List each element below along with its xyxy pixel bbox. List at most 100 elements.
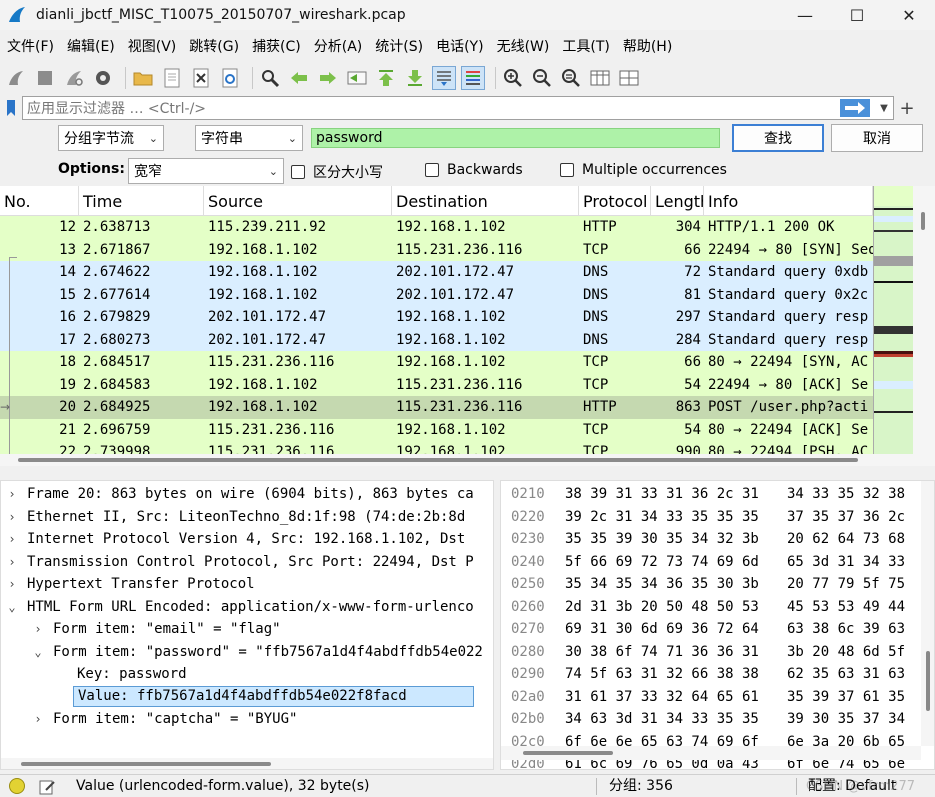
column-layout-icon[interactable]	[617, 66, 641, 90]
menu-edit[interactable]: 编辑(E)	[64, 36, 125, 56]
table-row[interactable]: 17 2.680273 202.101.172.47 192.168.1.102 DNS…	[0, 328, 873, 351]
auto-scroll-icon[interactable]	[432, 66, 456, 90]
column-header-no[interactable]: No.	[0, 186, 79, 216]
collapsed-arrow-icon[interactable]: ›	[5, 506, 19, 529]
resize-columns-icon[interactable]	[588, 66, 612, 90]
tree-item[interactable]: Value: ffb7567a1d4f4abdffdb54e022f8facd	[1, 685, 493, 709]
table-row[interactable]: 20 2.684925 192.168.1.102 115.231.236.116 HT…	[0, 396, 873, 419]
hex-row[interactable]: 0270 69 31 30 6d 69 36 72 64 63 38 6c 39 6…	[501, 618, 921, 641]
table-row[interactable]: 12 2.638713 115.239.211.92 192.168.1.102 HTT…	[0, 216, 873, 239]
table-row[interactable]: 19 2.684583 192.168.1.102 115.231.236.116 TC…	[0, 373, 873, 396]
zoom-out-icon[interactable]	[530, 66, 554, 90]
filter-bookmark-icon[interactable]	[3, 97, 19, 119]
menu-capture[interactable]: 捕获(C)	[249, 36, 311, 56]
hex-row[interactable]: 0260 2d 31 3b 20 50 48 50 53 45 53 53 49 4…	[501, 596, 921, 619]
menu-file[interactable]: 文件(F)	[4, 36, 64, 56]
go-first-packet-icon[interactable]	[374, 66, 398, 90]
hex-row[interactable]: 0210 38 39 31 33 31 36 2c 31 34 33 35 32 3…	[501, 483, 921, 506]
zoom-in-icon[interactable]	[501, 66, 525, 90]
hex-horizontal-scrollbar[interactable]	[501, 746, 921, 760]
search-in-select[interactable]: 分组字节流 ⌄	[58, 125, 164, 151]
collapsed-arrow-icon[interactable]: ›	[5, 551, 19, 574]
table-row[interactable]: 18 2.684517 115.231.236.116 192.168.1.102 TC…	[0, 351, 873, 374]
hex-row[interactable]: 0290 74 5f 63 31 32 66 38 38 62 35 63 31 6…	[501, 663, 921, 686]
start-capture-icon[interactable]	[4, 66, 28, 90]
menu-statistics[interactable]: 统计(S)	[372, 36, 433, 56]
tree-item[interactable]: ⌄ Form item: "password" = "ffb7567a1d4f4a…	[1, 641, 493, 664]
tree-item[interactable]: › Form item: "captcha" = "BYUG"	[1, 708, 493, 731]
column-header-length[interactable]: Length	[651, 186, 704, 216]
hex-row[interactable]: 0280 30 38 6f 74 71 36 36 31 3b 20 48 6d 5…	[501, 641, 921, 664]
expanded-arrow-icon[interactable]: ⌄	[31, 641, 45, 664]
tree-item[interactable]: › Internet Protocol Version 4, Src: 192.1…	[1, 528, 493, 551]
table-row[interactable]: 13 2.671867 192.168.1.102 115.231.236.116 TC…	[0, 238, 873, 261]
save-file-icon[interactable]	[160, 66, 184, 90]
collapsed-arrow-icon[interactable]: ›	[31, 618, 45, 641]
packet-list-horizontal-scrollbar[interactable]	[0, 454, 935, 466]
tree-item[interactable]: › Ethernet II, Src: LiteonTechno_8d:1f:98…	[1, 506, 493, 529]
menu-analyze[interactable]: 分析(A)	[311, 36, 373, 56]
tree-item[interactable]: Key: password	[1, 663, 493, 686]
hex-row[interactable]: 02a0 31 61 37 33 32 64 65 61 35 39 37 61 3…	[501, 686, 921, 709]
scrollbar-thumb[interactable]	[921, 212, 925, 230]
hex-row[interactable]: 0240 5f 66 69 72 73 74 69 6d 65 3d 31 34 3…	[501, 551, 921, 574]
checkbox-box[interactable]	[291, 165, 305, 179]
hex-row[interactable]: 0220 39 2c 31 34 33 35 35 35 37 35 37 36 2…	[501, 506, 921, 529]
column-header-info[interactable]: Info	[704, 186, 873, 216]
scrollbar-thumb[interactable]	[523, 751, 613, 755]
collapsed-arrow-icon[interactable]: ›	[5, 528, 19, 551]
close-button[interactable]: ✕	[883, 0, 935, 30]
menu-tools[interactable]: 工具(T)	[559, 36, 619, 56]
details-horizontal-scrollbar[interactable]	[1, 758, 493, 769]
display-filter-input[interactable]: 应用显示过滤器 … <Ctrl-/>	[22, 96, 894, 120]
backwards-checkbox[interactable]: Backwards	[425, 162, 523, 178]
apply-filter-arrow-icon[interactable]	[840, 99, 870, 117]
menu-wireless[interactable]: 无线(W)	[494, 36, 560, 56]
edit-comment-icon[interactable]	[38, 778, 56, 796]
scrollbar-thumb[interactable]	[18, 458, 858, 462]
packet-list-minimap[interactable]	[873, 186, 914, 454]
collapsed-arrow-icon[interactable]: ›	[5, 573, 19, 596]
multiple-occurrences-checkbox[interactable]: Multiple occurrences	[560, 162, 727, 178]
case-sensitive-checkbox[interactable]: 区分大小写	[291, 162, 383, 182]
capture-options-icon[interactable]	[91, 66, 115, 90]
close-file-icon[interactable]	[189, 66, 213, 90]
expert-info-icon[interactable]	[9, 778, 25, 794]
column-header-time[interactable]: Time	[79, 186, 204, 216]
normal-size-icon[interactable]	[559, 66, 583, 90]
tree-item[interactable]: ⌄ HTML Form URL Encoded: application/x-ww…	[1, 596, 493, 619]
restart-capture-icon[interactable]	[62, 66, 86, 90]
menu-go[interactable]: 跳转(G)	[186, 36, 249, 56]
minimize-button[interactable]: —	[779, 0, 831, 30]
tree-item[interactable]: › Hypertext Transfer Protocol	[1, 573, 493, 596]
find-button[interactable]: 查找	[732, 124, 824, 152]
tree-item[interactable]: › Transmission Control Protocol, Src Port…	[1, 551, 493, 574]
expanded-arrow-icon[interactable]: ⌄	[5, 596, 19, 619]
open-file-icon[interactable]	[131, 66, 155, 90]
hex-row[interactable]: 0250 35 34 35 34 36 35 30 3b 20 77 79 5f 7…	[501, 573, 921, 596]
hex-row[interactable]: 02b0 34 63 3d 31 34 33 35 35 39 30 35 37 3…	[501, 708, 921, 731]
add-filter-button[interactable]: +	[897, 96, 917, 120]
column-header-source[interactable]: Source	[204, 186, 392, 216]
char-width-select[interactable]: 宽窄 ⌄	[128, 158, 284, 184]
go-forward-icon[interactable]	[316, 66, 340, 90]
cancel-button[interactable]: 取消	[831, 124, 923, 152]
maximize-button[interactable]: ☐	[831, 0, 883, 30]
table-row[interactable]: 15 2.677614 192.168.1.102 202.101.172.47 DNS…	[0, 283, 873, 306]
menu-telephony[interactable]: 电话(Y)	[433, 36, 493, 56]
search-value-input[interactable]: password	[311, 128, 720, 148]
go-last-packet-icon[interactable]	[403, 66, 427, 90]
colorize-list-icon[interactable]	[461, 66, 485, 90]
search-type-select[interactable]: 字符串 ⌄	[195, 125, 303, 151]
tree-item[interactable]: › Frame 20: 863 bytes on wire (6904 bits)…	[1, 483, 493, 506]
go-back-icon[interactable]	[287, 66, 311, 90]
hex-row[interactable]: 0230 35 35 39 30 35 34 32 3b 20 62 64 73 6…	[501, 528, 921, 551]
stop-capture-icon[interactable]	[33, 66, 57, 90]
column-header-protocol[interactable]: Protocol	[579, 186, 651, 216]
go-to-packet-icon[interactable]	[345, 66, 369, 90]
table-row[interactable]: 16 2.679829 202.101.172.47 192.168.1.102 DNS…	[0, 306, 873, 329]
scrollbar-thumb[interactable]	[21, 762, 271, 766]
hex-vertical-scrollbar[interactable]	[921, 481, 934, 746]
filter-history-dropdown-icon[interactable]: ▼	[874, 96, 894, 120]
collapsed-arrow-icon[interactable]: ›	[31, 708, 45, 731]
